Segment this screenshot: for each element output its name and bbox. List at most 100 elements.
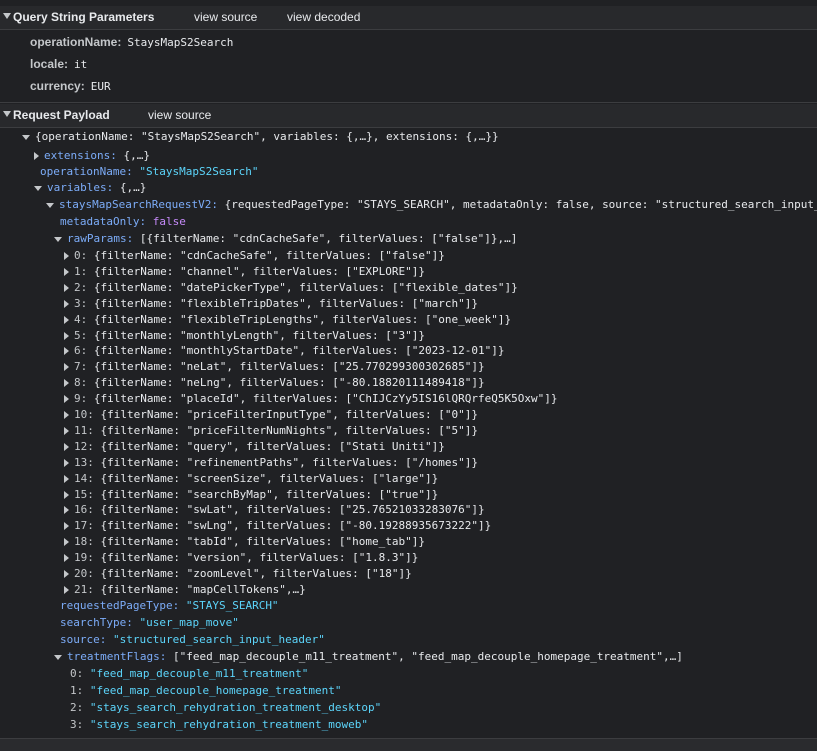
raw-param-row[interactable]: 16: {filterName: "swLat", filterValues: … bbox=[64, 502, 485, 518]
collapsed-arrow-icon[interactable] bbox=[64, 379, 69, 388]
tree-root[interactable]: {operationName: "StaysMapS2Search", vari… bbox=[22, 129, 499, 145]
node-value: "user_map_move" bbox=[139, 616, 239, 629]
collapse-triangle-icon[interactable] bbox=[3, 111, 11, 117]
node-key: operationName: bbox=[40, 165, 133, 178]
collapsed-arrow-icon[interactable] bbox=[64, 474, 69, 483]
collapsed-arrow-icon[interactable] bbox=[64, 299, 69, 308]
raw-param-row[interactable]: 10: {filterName: "priceFilterInputType",… bbox=[64, 407, 478, 423]
horizontal-scrollbar[interactable] bbox=[0, 738, 817, 751]
row-index: 0: bbox=[74, 249, 88, 262]
collapsed-arrow-icon[interactable] bbox=[64, 554, 69, 563]
row-index: 10: bbox=[74, 408, 94, 421]
collapsed-arrow-icon[interactable] bbox=[64, 363, 69, 372]
raw-param-row[interactable]: 8: {filterName: "neLng", filterValues: [… bbox=[64, 375, 485, 391]
collapsed-arrow-icon[interactable] bbox=[64, 490, 69, 499]
collapsed-arrow-icon[interactable] bbox=[64, 252, 69, 260]
expand-arrow-icon[interactable] bbox=[54, 654, 62, 660]
expand-arrow-icon[interactable] bbox=[34, 185, 42, 191]
row-index: 11: bbox=[74, 423, 94, 437]
row-value: {filterName: "zoomLevel", filterValues: … bbox=[100, 567, 412, 580]
node-key: extensions: bbox=[44, 149, 117, 162]
row-value: {filterName: "query", filterValues: ["St… bbox=[100, 439, 445, 453]
collapsed-arrow-icon[interactable] bbox=[64, 331, 69, 340]
row-value: "stays_search_rehydration_treatment_mowe… bbox=[89, 718, 369, 731]
collapsed-arrow-icon[interactable] bbox=[64, 538, 69, 547]
collapsed-arrow-icon[interactable] bbox=[64, 267, 69, 276]
collapsed-arrow-icon[interactable] bbox=[64, 347, 69, 356]
collapsed-arrow-icon[interactable] bbox=[64, 506, 69, 515]
request-payload-title: Request Payload bbox=[13, 108, 110, 122]
row-value: {filterName: "flexibleTripLengths", filt… bbox=[93, 312, 512, 326]
raw-param-row[interactable]: 14: {filterName: "screenSize", filterVal… bbox=[64, 471, 438, 487]
tree-node-extensions[interactable]: extensions: {,…} bbox=[34, 148, 150, 164]
node-key: source: bbox=[60, 633, 107, 646]
tree-node-variables[interactable]: variables: {,…} bbox=[34, 180, 146, 196]
query-string-section-header[interactable]: Query String Parameters view source view… bbox=[0, 6, 817, 30]
param-value: EUR bbox=[90, 80, 111, 93]
raw-param-row[interactable]: 21: {filterName: "mapCellTokens",…} bbox=[64, 582, 306, 598]
node-value: [{filterName: "cdnCacheSafe", filterValu… bbox=[139, 232, 518, 245]
row-index: 1: bbox=[70, 684, 84, 697]
expand-arrow-icon[interactable] bbox=[22, 134, 30, 140]
raw-param-row[interactable]: 5: {filterName: "monthlyLength", filterV… bbox=[64, 328, 425, 344]
collapsed-arrow-icon[interactable] bbox=[64, 458, 69, 467]
view-decoded-link[interactable]: view decoded bbox=[287, 10, 360, 24]
tree-node-treatmentFlags[interactable]: treatmentFlags: ["feed_map_decouple_m11_… bbox=[54, 649, 683, 665]
row-index: 13: bbox=[74, 455, 94, 469]
collapsed-arrow-icon[interactable] bbox=[34, 152, 39, 160]
param-value: StaysMapS2Search bbox=[127, 36, 234, 49]
param-value: it bbox=[74, 58, 88, 71]
expand-arrow-icon[interactable] bbox=[46, 202, 54, 208]
query-param-row: currency: EUR bbox=[30, 79, 111, 93]
collapsed-arrow-icon[interactable] bbox=[64, 411, 69, 419]
collapsed-arrow-icon[interactable] bbox=[64, 315, 69, 324]
raw-param-row[interactable]: 19: {filterName: "version", filterValues… bbox=[64, 550, 418, 566]
row-value: {filterName: "monthlyStartDate", filterV… bbox=[93, 344, 505, 358]
tree-node-rawParams[interactable]: rawParams: [{filterName: "cdnCacheSafe",… bbox=[54, 231, 517, 247]
collapse-triangle-icon[interactable] bbox=[3, 13, 11, 19]
collapsed-arrow-icon[interactable] bbox=[64, 585, 69, 594]
row-index: 3: bbox=[74, 296, 88, 310]
raw-param-row[interactable]: 13: {filterName: "refinementPaths", filt… bbox=[64, 455, 478, 471]
raw-param-row[interactable]: 9: {filterName: "placeId", filterValues:… bbox=[64, 391, 557, 407]
node-key: metadataOnly: bbox=[60, 215, 147, 228]
raw-param-row[interactable]: 7: {filterName: "neLat", filterValues: [… bbox=[64, 359, 485, 375]
tree-node-staysMapSearchRequestV2[interactable]: staysMapSearchRequestV2: {requestedPageT… bbox=[46, 197, 817, 213]
raw-param-row[interactable]: 15: {filterName: "searchByMap", filterVa… bbox=[64, 487, 438, 503]
raw-param-row[interactable]: 11: {filterName: "priceFilterNumNights",… bbox=[64, 423, 478, 439]
row-value: {filterName: "screenSize", filterValues:… bbox=[100, 471, 439, 485]
node-value: {requestedPageType: "STAYS_SEARCH", meta… bbox=[224, 198, 817, 211]
node-key: variables: bbox=[47, 181, 114, 194]
raw-param-row[interactable]: 12: {filterName: "query", filterValues: … bbox=[64, 439, 445, 455]
collapsed-arrow-icon[interactable] bbox=[64, 570, 69, 578]
node-value: ["feed_map_decouple_m11_treatment", "fee… bbox=[172, 650, 683, 663]
view-source-link[interactable]: view source bbox=[194, 10, 257, 24]
node-value: "structured_search_input_header" bbox=[112, 633, 325, 646]
row-index: 6: bbox=[74, 344, 88, 358]
raw-param-row[interactable]: 0: {filterName: "cdnCacheSafe", filterVa… bbox=[64, 248, 445, 264]
raw-param-row[interactable]: 20: {filterName: "zoomLevel", filterValu… bbox=[64, 566, 412, 582]
row-value: {filterName: "placeId", filterValues: ["… bbox=[93, 392, 558, 406]
raw-param-row[interactable]: 6: {filterName: "monthlyStartDate", filt… bbox=[64, 343, 504, 359]
treatment-flag-row: 1: "feed_map_decouple_homepage_treatment… bbox=[70, 683, 342, 699]
view-source-link[interactable]: view source bbox=[148, 108, 211, 122]
row-index: 4: bbox=[74, 312, 88, 326]
row-index: 8: bbox=[74, 376, 88, 390]
collapsed-arrow-icon[interactable] bbox=[64, 283, 69, 292]
collapsed-arrow-icon[interactable] bbox=[64, 442, 69, 451]
raw-param-row[interactable]: 18: {filterName: "tabId", filterValues: … bbox=[64, 534, 425, 550]
expand-arrow-icon[interactable] bbox=[54, 236, 62, 242]
raw-param-row[interactable]: 1: {filterName: "channel", filterValues:… bbox=[64, 264, 425, 280]
request-payload-section-header[interactable]: Request Payload view source bbox=[0, 104, 817, 128]
row-value: {filterName: "mapCellTokens",…} bbox=[100, 582, 306, 596]
raw-param-row[interactable]: 17: {filterName: "swLng", filterValues: … bbox=[64, 518, 491, 534]
raw-param-row[interactable]: 2: {filterName: "datePickerType", filter… bbox=[64, 280, 518, 296]
row-index: 3: bbox=[70, 718, 84, 731]
row-value: {filterName: "tabId", filterValues: ["ho… bbox=[100, 535, 426, 549]
raw-param-row[interactable]: 4: {filterName: "flexibleTripLengths", f… bbox=[64, 312, 511, 328]
row-value: {filterName: "flexibleTripDates", filter… bbox=[93, 296, 478, 310]
collapsed-arrow-icon[interactable] bbox=[64, 395, 69, 404]
collapsed-arrow-icon[interactable] bbox=[64, 522, 69, 531]
collapsed-arrow-icon[interactable] bbox=[64, 426, 69, 435]
raw-param-row[interactable]: 3: {filterName: "flexibleTripDates", fil… bbox=[64, 296, 478, 312]
